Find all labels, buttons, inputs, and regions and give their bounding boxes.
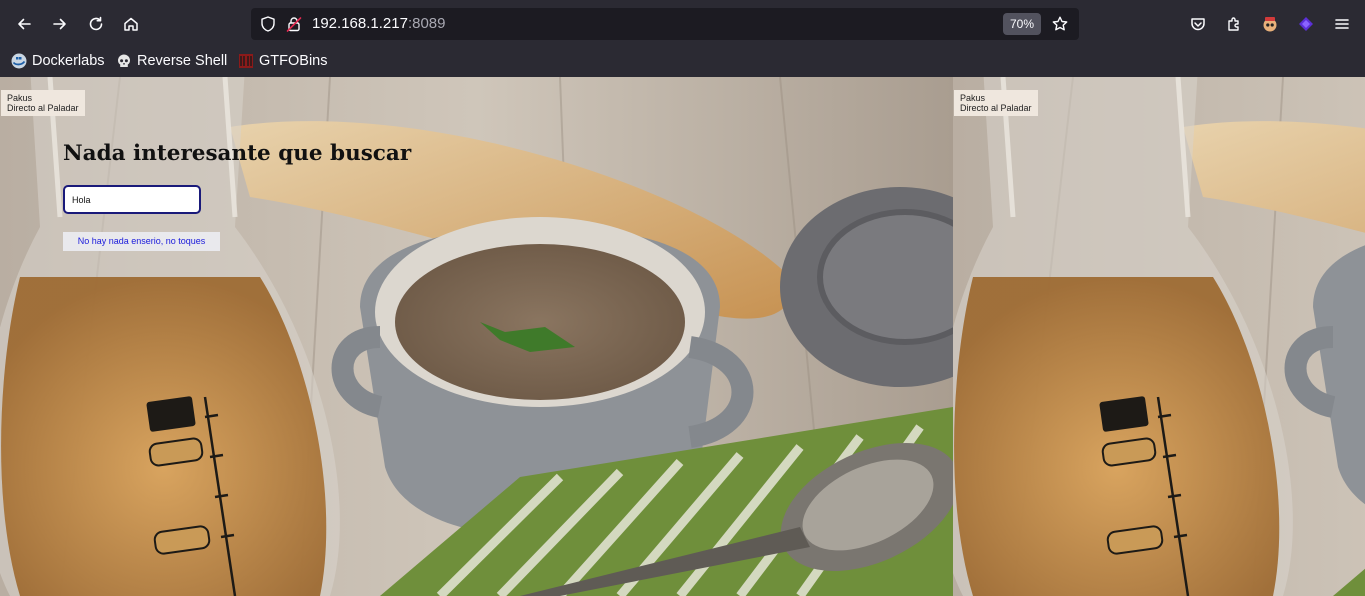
forward-icon bbox=[53, 18, 66, 30]
pocket-icon bbox=[1191, 18, 1205, 31]
back-icon bbox=[18, 18, 31, 30]
bookmarks-bar: Dockerlabs Reverse Shell GTFOBins bbox=[0, 44, 1365, 77]
zoom-indicator[interactable]: 70% bbox=[1003, 13, 1041, 35]
forward-button[interactable] bbox=[46, 10, 74, 38]
search-input[interactable] bbox=[63, 185, 201, 214]
url-text[interactable]: 192.168.1.217:8089 bbox=[312, 14, 445, 34]
bookmark-label: Dockerlabs bbox=[32, 53, 105, 69]
site-label-line2: Directo al Paladar bbox=[7, 103, 79, 113]
url-bar[interactable]: 192.168.1.217:8089 70% bbox=[251, 8, 1079, 40]
extensions-icon bbox=[1228, 17, 1239, 31]
reload-icon bbox=[89, 16, 103, 31]
bookmark-reverse-shell[interactable]: Reverse Shell bbox=[116, 51, 227, 71]
site-label-line1: Pakus bbox=[960, 93, 986, 103]
extension-avatar-icon bbox=[1263, 17, 1277, 32]
bookmark-label: GTFOBins bbox=[259, 53, 328, 69]
bookmark-dockerlabs[interactable]: Dockerlabs bbox=[11, 51, 105, 71]
background-image-tile: Pakus Directo al Paladar Nada interesant… bbox=[0, 77, 953, 596]
lock-icon[interactable] bbox=[285, 15, 303, 33]
bookmark-gtfobins[interactable]: GTFOBins bbox=[238, 51, 327, 71]
browser-chrome: 192.168.1.217:8089 70% Dockerlabs Revers… bbox=[0, 0, 1365, 77]
site-label-line1: Pakus bbox=[7, 93, 33, 103]
dockerlabs-icon bbox=[11, 53, 27, 69]
url-host: 192.168.1.217 bbox=[312, 15, 408, 32]
page-title: Nada interesante que buscar bbox=[63, 141, 412, 166]
nothing-here-button[interactable]: No hay nada enserio, no toques bbox=[63, 232, 220, 251]
back-button[interactable] bbox=[10, 10, 38, 38]
skull-icon bbox=[118, 54, 130, 67]
soup-background-image bbox=[953, 77, 1365, 596]
browser-toolbar: 192.168.1.217:8089 70% bbox=[0, 4, 1365, 44]
gtfobins-icon bbox=[239, 54, 253, 68]
extension-avatar-button[interactable] bbox=[1256, 10, 1284, 38]
site-label-repeat: Pakus Directo al Paladar bbox=[954, 90, 1038, 116]
extensions-button[interactable] bbox=[1220, 10, 1248, 38]
menu-icon bbox=[1335, 19, 1349, 29]
extension-purple-button[interactable] bbox=[1292, 10, 1320, 38]
menu-button[interactable] bbox=[1328, 10, 1356, 38]
star-icon[interactable] bbox=[1051, 15, 1069, 33]
bookmark-label: Reverse Shell bbox=[137, 53, 228, 69]
reload-button[interactable] bbox=[82, 10, 110, 38]
site-label-line2: Directo al Paladar bbox=[960, 103, 1032, 113]
page-viewport: Pakus Directo al Paladar Nada interesant… bbox=[0, 77, 1365, 596]
home-icon bbox=[124, 17, 138, 31]
site-label: Pakus Directo al Paladar bbox=[1, 90, 85, 116]
url-port: :8089 bbox=[407, 15, 446, 32]
pocket-button[interactable] bbox=[1184, 10, 1212, 38]
extension-purple-icon bbox=[1299, 17, 1313, 31]
home-button[interactable] bbox=[117, 10, 145, 38]
shield-icon[interactable] bbox=[259, 15, 277, 33]
background-image-tile-repeat: Pakus Directo al Paladar bbox=[953, 77, 1365, 596]
